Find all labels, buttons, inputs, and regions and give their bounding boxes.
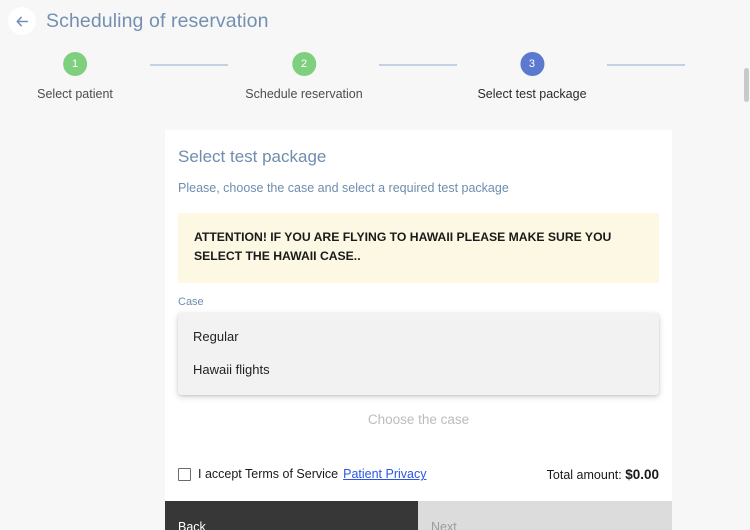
card-footer-actions: Back Next	[165, 501, 672, 530]
step-number: 2	[301, 58, 307, 70]
app-header: Scheduling of reservation	[0, 0, 750, 42]
step-label: Schedule reservation	[245, 87, 362, 101]
step-number-badge: 3	[520, 52, 544, 76]
back-navigation-button[interactable]	[8, 7, 36, 35]
stepper-step-schedule-reservation[interactable]: 2 Schedule reservation	[245, 52, 362, 101]
stepper-step-select-test-package[interactable]: 3 Select test package	[477, 52, 586, 101]
select-test-package-card: Select test package Please, choose the c…	[165, 130, 672, 530]
card-body: Select test package Please, choose the c…	[165, 130, 672, 501]
page-scrollbar-thumb[interactable]	[744, 68, 749, 102]
case-option-hawaii-flights[interactable]: Hawaii flights	[178, 353, 659, 387]
terms-acceptance-group: I accept Terms of Service Patient Privac…	[178, 467, 426, 481]
card-title: Select test package	[178, 130, 659, 167]
page-title: Scheduling of reservation	[46, 10, 269, 33]
step-number-badge: 2	[292, 52, 316, 76]
total-amount-label: Total amount:	[547, 468, 622, 482]
back-button[interactable]: Back	[165, 501, 418, 530]
accept-terms-label: I accept Terms of Service	[198, 467, 338, 481]
choose-case-placeholder: Choose the case	[178, 391, 659, 446]
patient-privacy-link[interactable]: Patient Privacy	[343, 467, 426, 481]
accept-terms-checkbox[interactable]	[178, 468, 191, 481]
case-option-regular[interactable]: Regular	[178, 320, 659, 354]
progress-stepper: 1 Select patient 2 Schedule reservation …	[0, 42, 750, 114]
step-number: 1	[72, 58, 78, 70]
step-connector-3-4	[607, 64, 685, 66]
stepper-step-select-patient[interactable]: 1 Select patient	[37, 52, 113, 101]
card-subtitle: Please, choose the case and select a req…	[178, 181, 659, 195]
arrow-left-icon	[15, 14, 30, 29]
hawaii-attention-alert: ATTENTION! IF YOU ARE FLYING TO HAWAII P…	[178, 213, 659, 283]
case-select-field: Case Regular Hawaii flights	[178, 296, 659, 391]
total-amount: Total amount: $0.00	[547, 467, 659, 482]
step-connector-1-2	[150, 64, 228, 66]
alert-text: ATTENTION! IF YOU ARE FLYING TO HAWAII P…	[194, 230, 611, 263]
page-scrollbar[interactable]	[742, 0, 750, 530]
case-field-label: Case	[178, 296, 659, 308]
step-label: Select patient	[37, 87, 113, 101]
next-button[interactable]: Next	[418, 501, 672, 530]
step-label: Select test package	[477, 87, 586, 101]
case-dropdown-menu[interactable]: Regular Hawaii flights	[178, 313, 659, 395]
step-connector-2-3	[379, 64, 457, 66]
total-amount-value: $0.00	[625, 467, 659, 482]
step-number-badge: 1	[63, 52, 87, 76]
terms-and-total-row: I accept Terms of Service Patient Privac…	[178, 446, 659, 501]
step-number: 3	[529, 58, 535, 70]
